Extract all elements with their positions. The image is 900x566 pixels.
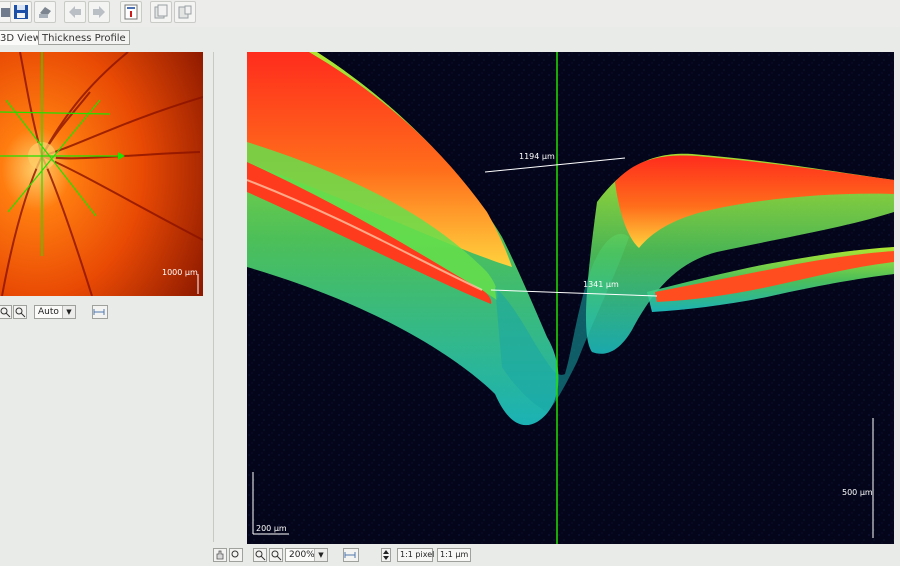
fundus-image[interactable] <box>0 52 203 296</box>
export-icon <box>178 5 192 19</box>
back-button[interactable] <box>64 1 86 23</box>
pixel-ratio-display: 1:1 pixel <box>397 548 434 562</box>
fundus-zoom-select[interactable]: Auto ▼ <box>34 305 76 319</box>
report-icon <box>124 4 138 20</box>
zoom-in-icon <box>255 550 266 561</box>
measurement-label-2: 1341 µm <box>583 280 619 289</box>
print-icon <box>39 7 51 18</box>
chevron-down-icon: ▼ <box>314 549 327 561</box>
oct-scan-image[interactable]: 1194 µm 1341 µm 200 µm 500 µm <box>247 52 894 544</box>
save-icon <box>14 5 28 19</box>
fit-width-icon <box>93 309 105 315</box>
micron-ratio-display: 1:1 µm <box>437 548 471 562</box>
oct-zoom-select[interactable]: 200% ▼ <box>285 548 328 562</box>
measurement-label-1: 1194 µm <box>519 152 555 161</box>
oct-zoom-in-button[interactable] <box>253 548 267 562</box>
report-button[interactable] <box>120 1 142 23</box>
scroll-icon <box>383 550 389 560</box>
zoom-out-icon <box>271 550 282 561</box>
forward-button[interactable] <box>88 1 110 23</box>
pan-button[interactable] <box>213 548 227 562</box>
zoom-in-icon <box>0 307 11 318</box>
copy-icon <box>154 4 168 19</box>
oct-zoom-value: 200% <box>289 550 315 560</box>
main-toolbar <box>0 0 900 27</box>
zoom-out-icon <box>15 307 26 318</box>
chevron-down-icon: ▼ <box>62 306 75 318</box>
oct-zoom-window-button[interactable] <box>229 548 243 562</box>
export-button[interactable] <box>174 1 196 23</box>
fundus-scale-label: 1000 µm <box>162 268 198 277</box>
tab-thickness-profile[interactable]: Thickness Profile <box>38 30 130 45</box>
oct-fit-button[interactable] <box>343 548 359 562</box>
fit-width-icon <box>344 552 356 558</box>
panel-divider <box>213 52 214 542</box>
pan-icon <box>216 550 224 560</box>
back-arrow-icon <box>69 6 81 18</box>
copy-button[interactable] <box>150 1 172 23</box>
print-button[interactable] <box>34 1 56 23</box>
fundus-zoom-in-button[interactable] <box>0 305 12 319</box>
fundus-zoom-value: Auto <box>38 307 59 317</box>
horizontal-scale-label: 200 µm <box>256 524 287 533</box>
oct-zoom-out-button[interactable] <box>269 548 283 562</box>
vertical-scale-label: 500 µm <box>842 488 873 497</box>
save-button[interactable] <box>10 1 32 23</box>
fundus-fit-button[interactable] <box>92 305 108 319</box>
forward-arrow-icon <box>93 6 105 18</box>
zoom-window-icon <box>231 550 239 558</box>
fundus-zoom-out-button[interactable] <box>13 305 27 319</box>
scroll-button[interactable] <box>381 548 391 562</box>
